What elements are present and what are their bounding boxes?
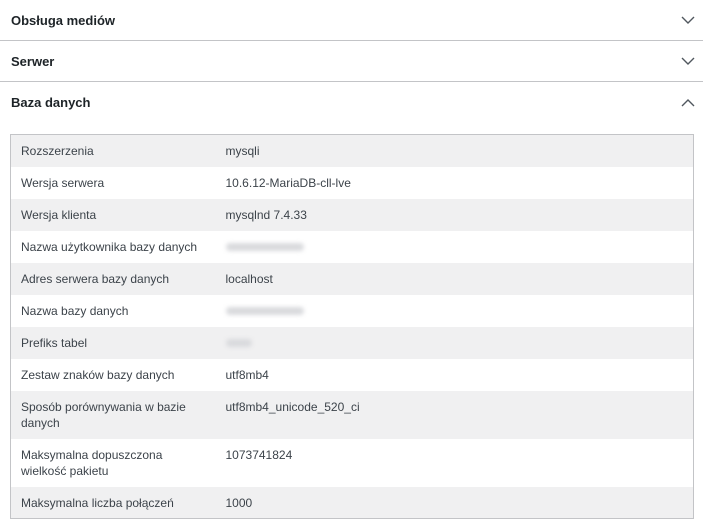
chevron-down-icon <box>681 54 695 68</box>
table-row: Maksymalna liczba połączeń 1000 <box>10 486 694 519</box>
section-title: Baza danych <box>11 95 91 110</box>
redacted-value <box>225 242 304 251</box>
table-row: Nazwa bazy danych <box>10 294 694 327</box>
table-row: Adres serwera bazy danych localhost <box>10 262 694 295</box>
chevron-down-icon <box>681 13 695 27</box>
site-health-accordion: Obsługa mediów Serwer Baza danych Rozsze… <box>0 0 703 519</box>
row-key: Wersja serwera <box>21 175 105 190</box>
table-row: Maksymalna dopuszczona wielkość pakietu … <box>10 438 694 487</box>
database-info-table: Rozszerzenia mysqli Wersja serwera 10.6.… <box>10 134 694 519</box>
table-row: Wersja klienta mysqlnd 7.4.33 <box>10 198 694 231</box>
section-title: Obsługa mediów <box>11 12 116 28</box>
table-row: Zestaw znaków bazy danych utf8mb4 <box>10 358 694 391</box>
redacted-value <box>225 338 252 347</box>
table-row: Sposób porównywania w bazie danych utf8m… <box>10 390 694 439</box>
row-value: mysqlnd 7.4.33 <box>225 207 307 222</box>
row-key: Rozszerzenia <box>21 144 94 158</box>
row-value: mysqli <box>225 144 260 158</box>
row-key: Nazwa użytkownika bazy danych <box>21 239 198 254</box>
section-media-handling-toggle[interactable]: Obsługa mediów <box>0 0 703 41</box>
row-value: 10.6.12-MariaDB-cll-lve <box>225 175 351 190</box>
row-value: 1073741824 <box>225 447 293 462</box>
table-row: Nazwa użytkownika bazy danych <box>10 230 694 263</box>
table-row: Rozszerzenia mysqli <box>10 134 694 167</box>
redacted-value <box>225 306 304 315</box>
row-value-redacted <box>216 295 694 327</box>
table-row: Wersja serwera 10.6.12-MariaDB-cll-lve <box>10 166 694 199</box>
row-key: Maksymalna dopuszczona wielkość pakietu <box>21 447 163 478</box>
row-key: Prefiks tabel <box>21 335 88 350</box>
chevron-up-icon <box>681 96 695 110</box>
row-key: Sposób porównywania w bazie danych <box>21 399 186 430</box>
table-row: Prefiks tabel <box>10 326 694 359</box>
row-value-redacted <box>216 327 694 359</box>
row-key: Adres serwera bazy danych <box>21 271 170 286</box>
database-panel: Rozszerzenia mysqli Wersja serwera 10.6.… <box>0 123 703 519</box>
section-title: Serwer <box>11 53 55 69</box>
row-value: localhost <box>225 271 273 286</box>
row-value: utf8mb4_unicode_520_ci <box>225 399 360 414</box>
row-key: Maksymalna liczba połączeń <box>21 495 174 510</box>
section-server-toggle[interactable]: Serwer <box>0 41 703 82</box>
section-database-toggle[interactable]: Baza danych <box>0 82 703 123</box>
row-value: utf8mb4 <box>225 367 269 382</box>
row-value: 1000 <box>225 495 253 510</box>
row-key: Wersja klienta <box>21 207 97 222</box>
row-key: Zestaw znaków bazy danych <box>21 367 175 382</box>
row-value-redacted <box>216 231 694 263</box>
row-key: Nazwa bazy danych <box>21 303 129 318</box>
